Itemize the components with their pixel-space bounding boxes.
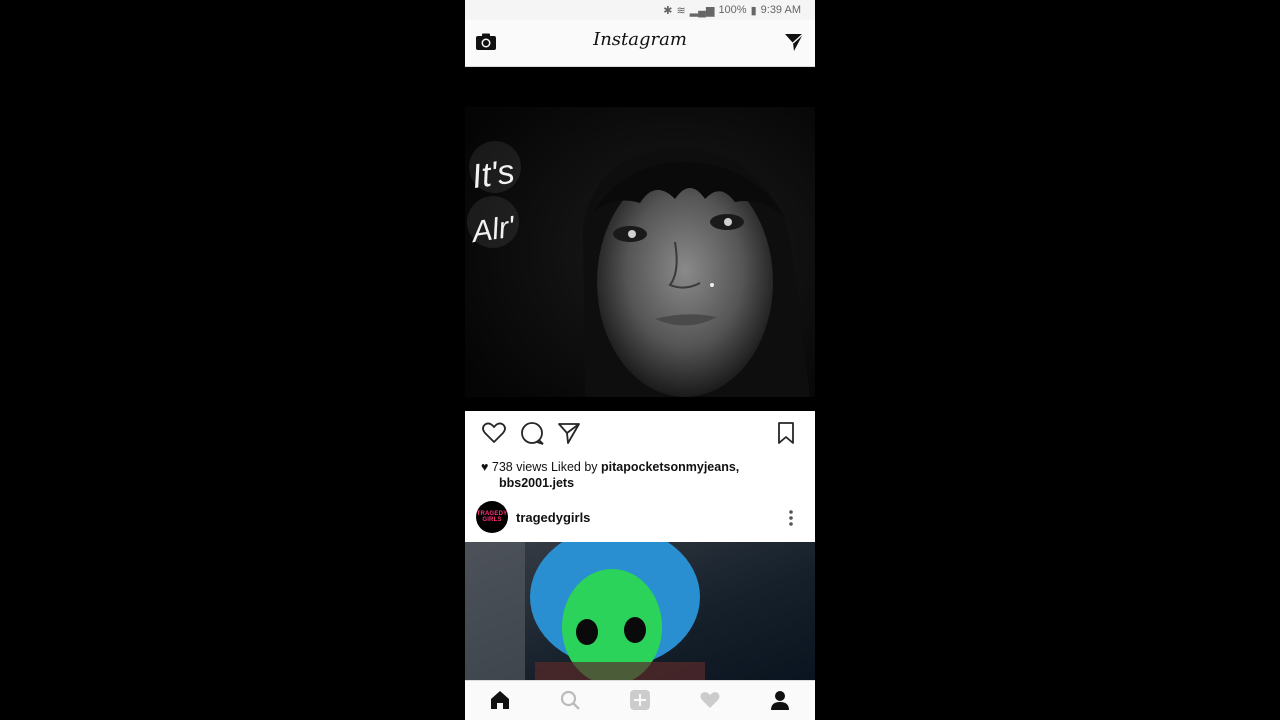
overlay-line-1: It's: [470, 153, 517, 197]
direct-message-icon[interactable]: [783, 31, 805, 53]
heart-outline-icon[interactable]: [481, 420, 507, 446]
small-heart-icon: ♥: [481, 460, 489, 474]
avatar[interactable]: TRAGEDY GIRLS: [476, 501, 508, 533]
views-count[interactable]: 738 views: [492, 460, 548, 474]
battery-icon: ▮: [750, 4, 757, 17]
home-icon[interactable]: [489, 689, 511, 711]
search-icon[interactable]: [559, 689, 581, 711]
battery-percent: 100%: [718, 4, 747, 16]
post-stats: ♥ 738 views Liked by pitapocketsonmyjean…: [465, 455, 815, 497]
phone-screen: ✱ ≋ ▂▄▆ 100% ▮ 9:39 AM Instagram It's Al…: [465, 0, 815, 720]
post-video-2[interactable]: [465, 542, 815, 680]
top-app-bar: Instagram: [465, 20, 815, 67]
bluetooth-icon: ✱: [663, 4, 673, 17]
liked-by-user-link[interactable]: pitapocketsonmyjeans,: [601, 460, 739, 474]
liked-by-user-link-2[interactable]: bbs2001.jets: [499, 476, 574, 490]
post-username[interactable]: tragedygirls: [516, 510, 590, 525]
media-letterbox-bottom: [465, 397, 815, 411]
post-header: TRAGEDY GIRLS tragedygirls: [465, 497, 815, 542]
comment-icon[interactable]: [519, 420, 545, 446]
status-bar: ✱ ≋ ▂▄▆ 100% ▮ 9:39 AM: [465, 0, 815, 20]
add-post-icon[interactable]: [629, 689, 651, 711]
overlay-line-2: Alr': [468, 210, 518, 249]
status-time: 9:39 AM: [760, 4, 801, 16]
post-action-bar: [465, 411, 815, 455]
views-row: ♥ 738 views Liked by pitapocketsonmyjean…: [481, 460, 739, 474]
share-icon[interactable]: [556, 420, 582, 446]
media-letterbox-top: [465, 67, 815, 107]
signal-icon: ▂▄▆: [689, 4, 715, 17]
liked-by-label: Liked by: [550, 460, 598, 474]
video-frame-face: It's Alr': [465, 107, 815, 397]
more-options-icon[interactable]: [783, 507, 799, 529]
instagram-logo: Instagram: [593, 29, 687, 50]
bottom-nav: [465, 680, 815, 720]
heart-icon[interactable]: [699, 689, 721, 711]
bookmark-icon[interactable]: [773, 420, 799, 446]
video-frame-mask: [465, 542, 815, 680]
avatar-logo-text: TRAGEDY GIRLS: [476, 511, 508, 523]
wifi-icon: ≋: [676, 4, 686, 17]
profile-icon[interactable]: [769, 689, 791, 711]
post-video[interactable]: It's Alr': [465, 107, 815, 397]
